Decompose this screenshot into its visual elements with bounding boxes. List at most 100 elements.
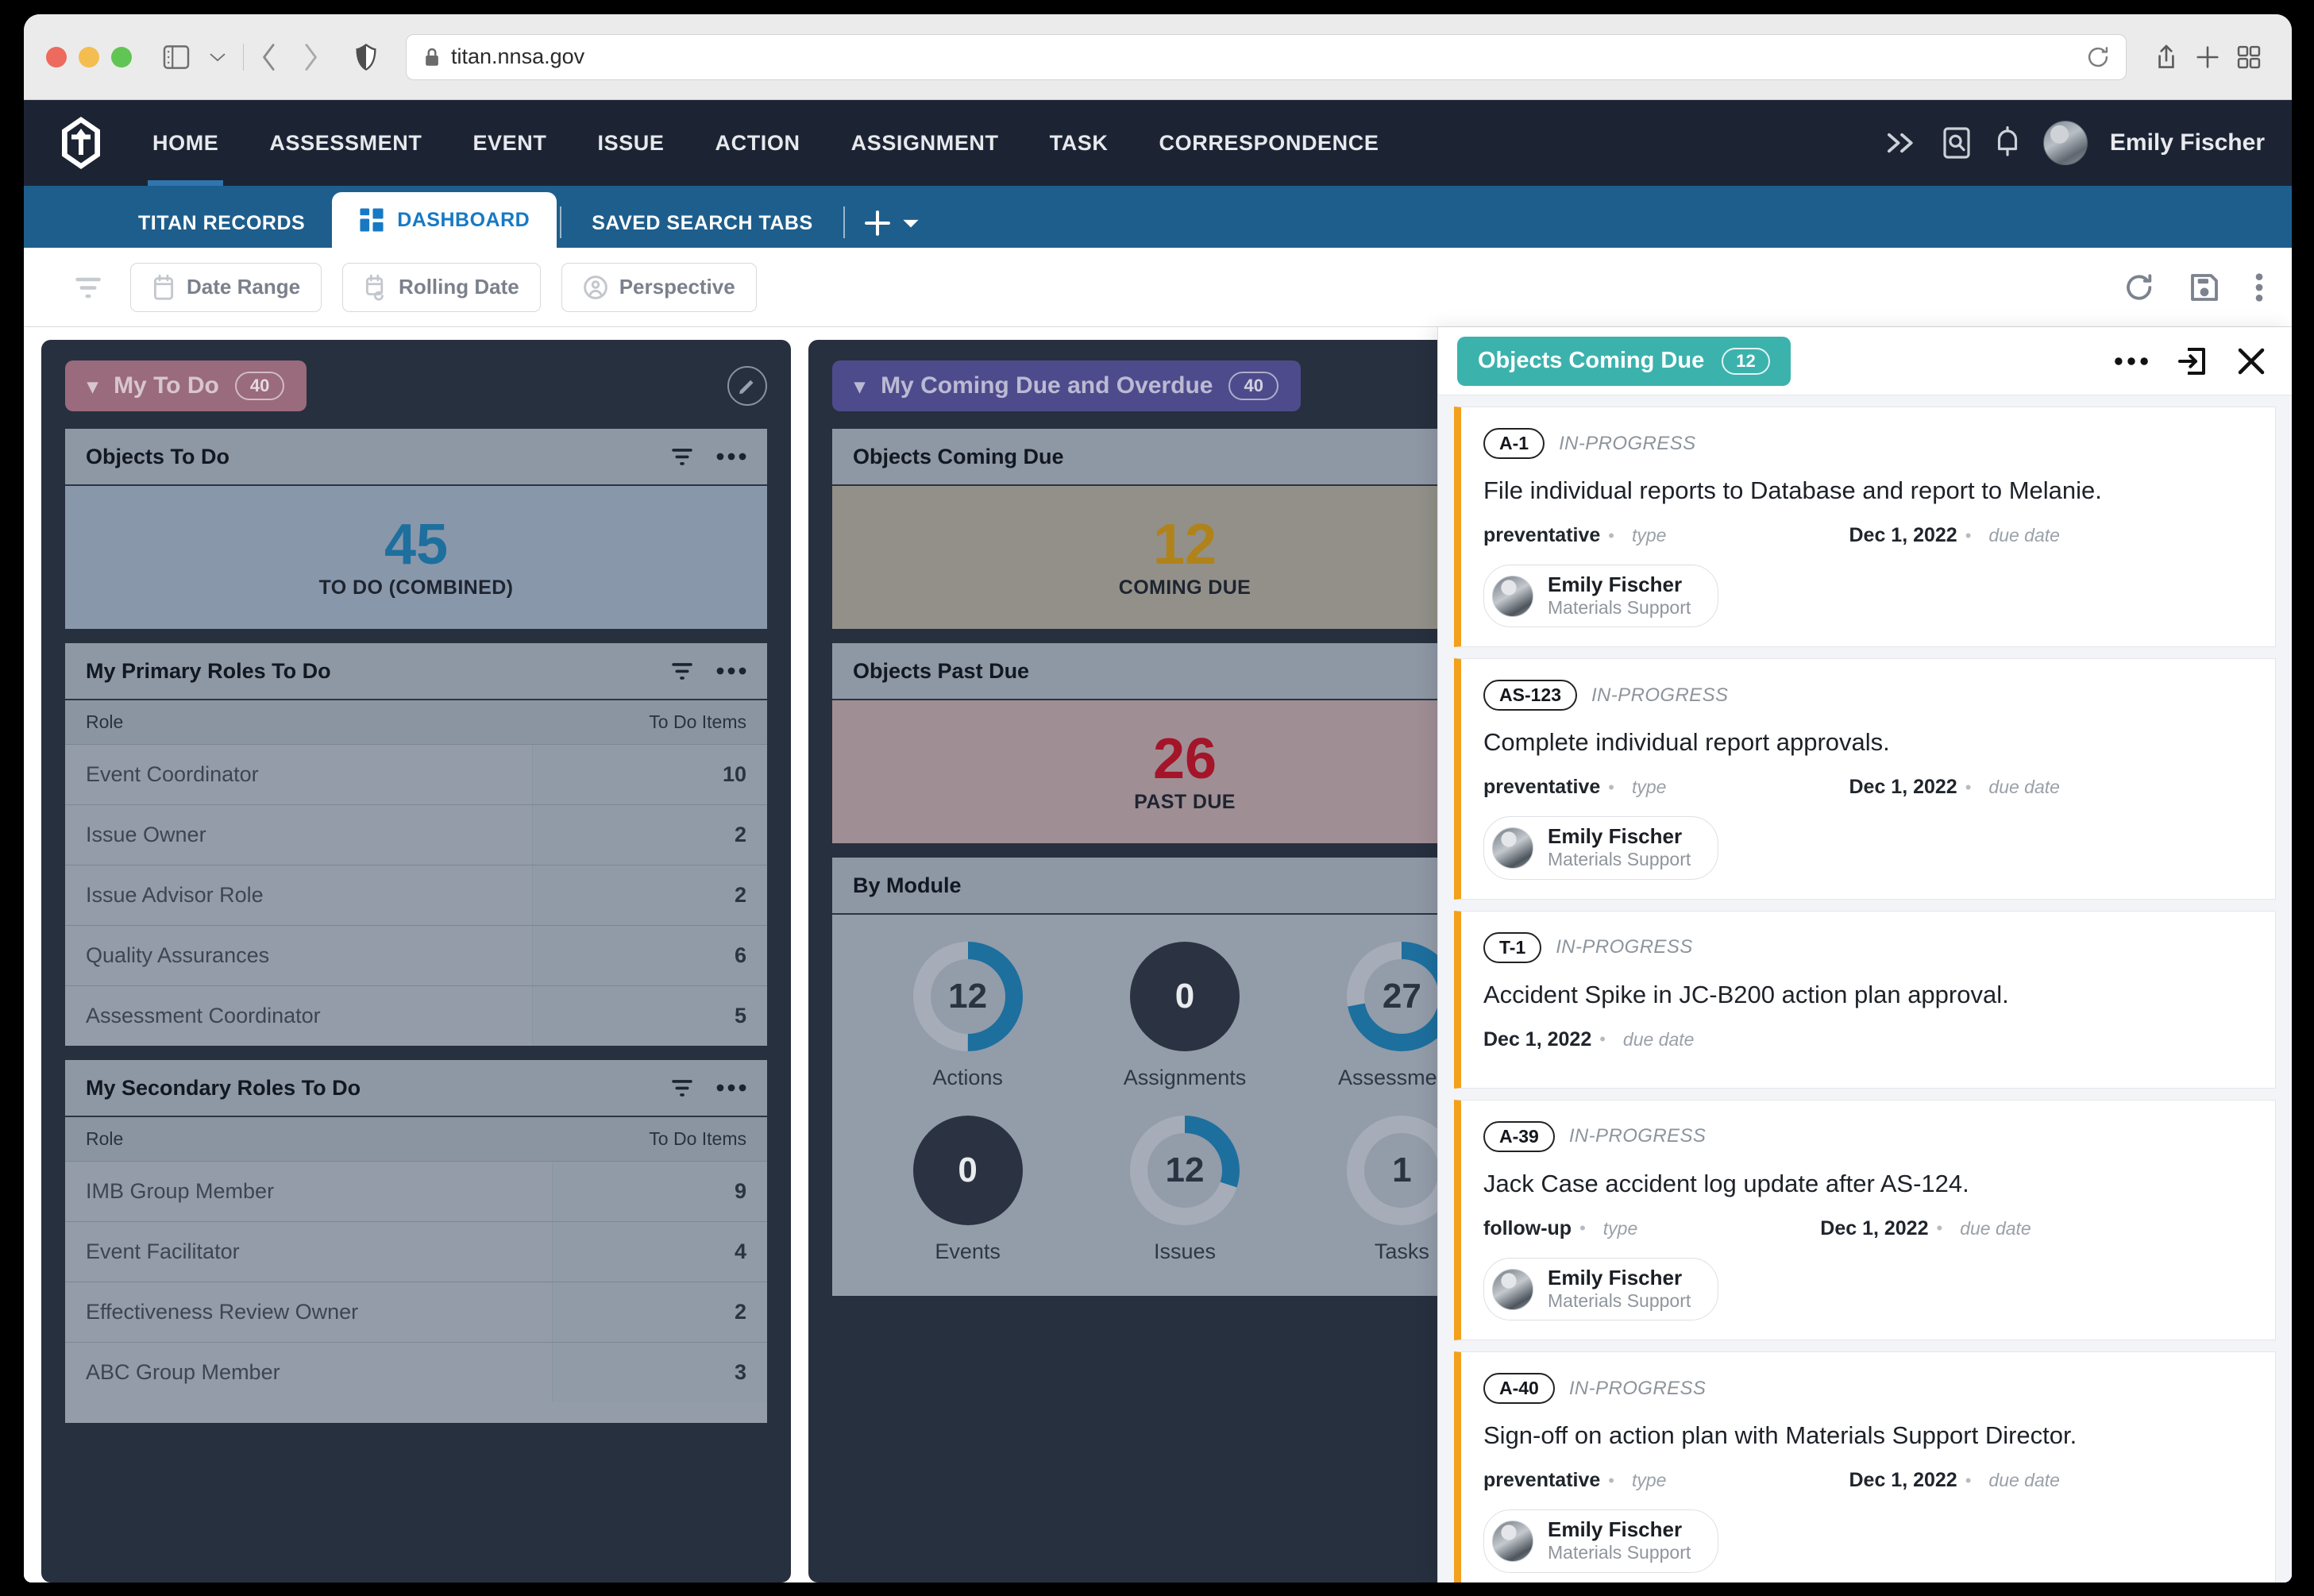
table-row[interactable]: Issue Owner 2 (65, 804, 767, 865)
nav-item-task[interactable]: TASK (1024, 100, 1134, 186)
vertical-dots-icon[interactable] (2254, 272, 2265, 303)
donut-label: Assignments (1123, 1066, 1247, 1089)
table-row[interactable]: Issue Advisor Role 2 (65, 865, 767, 926)
perspective-filter[interactable]: Perspective (561, 262, 757, 312)
donut-value: 12 (1165, 1151, 1205, 1189)
address-bar[interactable]: titan.nnsa.gov (406, 33, 2127, 80)
tab-titan-records[interactable]: TITAN RECORDS (111, 199, 332, 248)
filter-icon[interactable] (669, 1074, 696, 1101)
tab-saved-search-label: SAVED SEARCH TABS (592, 211, 813, 234)
object-id-chip[interactable]: T-1 (1483, 931, 1542, 963)
owner-chip[interactable]: Emily Fischer Materials Support (1483, 1509, 1719, 1573)
object-card[interactable]: A-1 IN-PROGRESS File individual reports to… (1454, 407, 2276, 648)
shield-icon[interactable] (345, 37, 387, 78)
table-row[interactable]: Quality Assurances 6 (65, 925, 767, 986)
notification-bell-icon[interactable] (1994, 126, 2021, 160)
current-user-name[interactable]: Emily Fischer (2110, 129, 2265, 156)
module-donut-assignments[interactable]: 0 Assignments (1076, 939, 1293, 1090)
status-badge: IN-PROGRESS (1559, 432, 1696, 454)
search-document-icon[interactable] (1942, 126, 1972, 160)
open-in-panel-icon[interactable] (2176, 345, 2208, 377)
table-row[interactable]: Assessment Coordinator 5 (65, 985, 767, 1046)
widget-title: Objects To Do (86, 444, 230, 468)
stat-block[interactable]: 26 PAST DUE (832, 700, 1537, 843)
object-card[interactable]: A-39 IN-PROGRESS Jack Case accident log up… (1454, 1099, 2276, 1341)
stat-block[interactable]: 45 TO DO (COMBINED) (65, 486, 767, 629)
filter-icon[interactable] (71, 271, 105, 304)
avatar[interactable] (2042, 121, 2088, 165)
rolling-date-filter[interactable]: Rolling Date (342, 262, 541, 312)
tab-overview-icon[interactable] (2228, 37, 2270, 78)
filter-icon[interactable] (669, 657, 696, 684)
owner-chip[interactable]: Emily Fischer Materials Support (1483, 565, 1719, 628)
maximize-window-button[interactable] (111, 46, 132, 67)
object-id-chip[interactable]: A-39 (1483, 1120, 1555, 1152)
close-window-button[interactable] (46, 46, 67, 67)
owner-name: Emily Fischer (1548, 572, 1683, 596)
table-row[interactable]: IMB Group Member 9 (65, 1161, 767, 1222)
titan-logo-icon[interactable] (51, 113, 111, 173)
nav-item-assessment[interactable]: ASSESSMENT (244, 100, 447, 186)
donut-label: Actions (932, 1066, 1003, 1089)
refresh-icon[interactable] (2123, 272, 2155, 303)
sidebar-toggle-icon[interactable] (156, 37, 197, 78)
stat-block[interactable]: 12 COMING DUE (832, 486, 1537, 629)
nav-item-action[interactable]: ACTION (690, 100, 826, 186)
object-card[interactable]: AS-123 IN-PROGRESS Complete individual rep… (1454, 658, 2276, 900)
nav-item-home[interactable]: HOME (127, 100, 244, 186)
close-x-icon[interactable] (2235, 345, 2268, 378)
edit-pencil-icon[interactable] (727, 366, 767, 406)
share-icon[interactable] (2146, 37, 2187, 78)
table-row[interactable]: Effectiveness Review Owner 2 (65, 1282, 767, 1343)
object-title: Accident Spike in JC-B200 action plan ap… (1483, 980, 2009, 1008)
save-disk-icon[interactable] (2189, 272, 2220, 303)
module-donut-actions[interactable]: 12 Actions (859, 939, 1076, 1090)
table-row[interactable]: Event Facilitator 4 (65, 1221, 767, 1282)
cell-role: Effectiveness Review Owner (65, 1282, 553, 1343)
double-chevron-right-icon[interactable] (1884, 131, 1919, 155)
object-card[interactable]: T-1 IN-PROGRESS Accident Spike in JC-B200 … (1454, 910, 2276, 1089)
date-range-filter-label: Date Range (187, 275, 301, 299)
module-donut-issues[interactable]: 12 Issues (1076, 1112, 1293, 1264)
nav-item-correspondence[interactable]: CORRESPONDENCE (1134, 100, 1405, 186)
object-title: Sign-off on action plan with Materials S… (1483, 1421, 2077, 1450)
reload-icon[interactable] (2086, 45, 2110, 69)
panel-card-list[interactable]: A-1 IN-PROGRESS File individual reports to… (1438, 395, 2292, 1583)
owner-chip[interactable]: Emily Fischer Materials Support (1483, 816, 1719, 880)
plus-icon[interactable] (2187, 37, 2228, 78)
due-date: Dec 1, 2022 (1820, 1216, 1929, 1239)
forward-arrow-icon[interactable] (290, 37, 331, 78)
group-pill-coming-due[interactable]: ▾ My Coming Due and Overdue 40 (832, 360, 1301, 411)
group-pill-my-to-do[interactable]: ▾ My To Do 40 (65, 360, 307, 411)
widget-title: Objects Coming Due (853, 444, 1064, 468)
table-row[interactable]: ABC Group Member 3 (65, 1342, 767, 1402)
tab-dashboard[interactable]: DASHBOARD (332, 192, 557, 248)
module-donut-events[interactable]: 0 Events (859, 1112, 1076, 1264)
object-id-chip[interactable]: A-1 (1483, 428, 1545, 459)
chevron-down-icon[interactable] (197, 37, 238, 78)
object-id-chip[interactable]: AS-123 (1483, 680, 1577, 711)
nav-item-event[interactable]: EVENT (447, 100, 572, 186)
stat-value: 12 (1152, 512, 1217, 576)
add-tab-button[interactable] (848, 210, 935, 248)
object-type-label: type (1632, 525, 1667, 545)
horizontal-dots-icon[interactable] (716, 452, 746, 461)
horizontal-dots-icon[interactable] (2114, 356, 2149, 367)
panel-title-pill[interactable]: Objects Coming Due 12 (1457, 336, 1791, 386)
object-id-chip[interactable]: A-40 (1483, 1373, 1555, 1405)
date-range-filter[interactable]: Date Range (130, 262, 322, 312)
cell-role: Issue Advisor Role (65, 865, 533, 926)
table-row[interactable]: Event Coordinator 10 (65, 744, 767, 805)
nav-item-issue[interactable]: ISSUE (572, 100, 689, 186)
nav-item-assignment[interactable]: ASSIGNMENT (826, 100, 1024, 186)
back-arrow-icon[interactable] (249, 37, 290, 78)
tab-saved-search[interactable]: SAVED SEARCH TABS (565, 199, 839, 248)
horizontal-dots-icon[interactable] (716, 666, 746, 676)
object-card[interactable]: A-40 IN-PROGRESS Sign-off on action plan w… (1454, 1351, 2276, 1583)
panel-actions (2114, 345, 2268, 378)
horizontal-dots-icon[interactable] (716, 1083, 746, 1093)
calendar-refresh-icon (364, 274, 388, 301)
minimize-window-button[interactable] (79, 46, 99, 67)
owner-chip[interactable]: Emily Fischer Materials Support (1483, 1257, 1719, 1321)
filter-icon[interactable] (669, 443, 696, 470)
